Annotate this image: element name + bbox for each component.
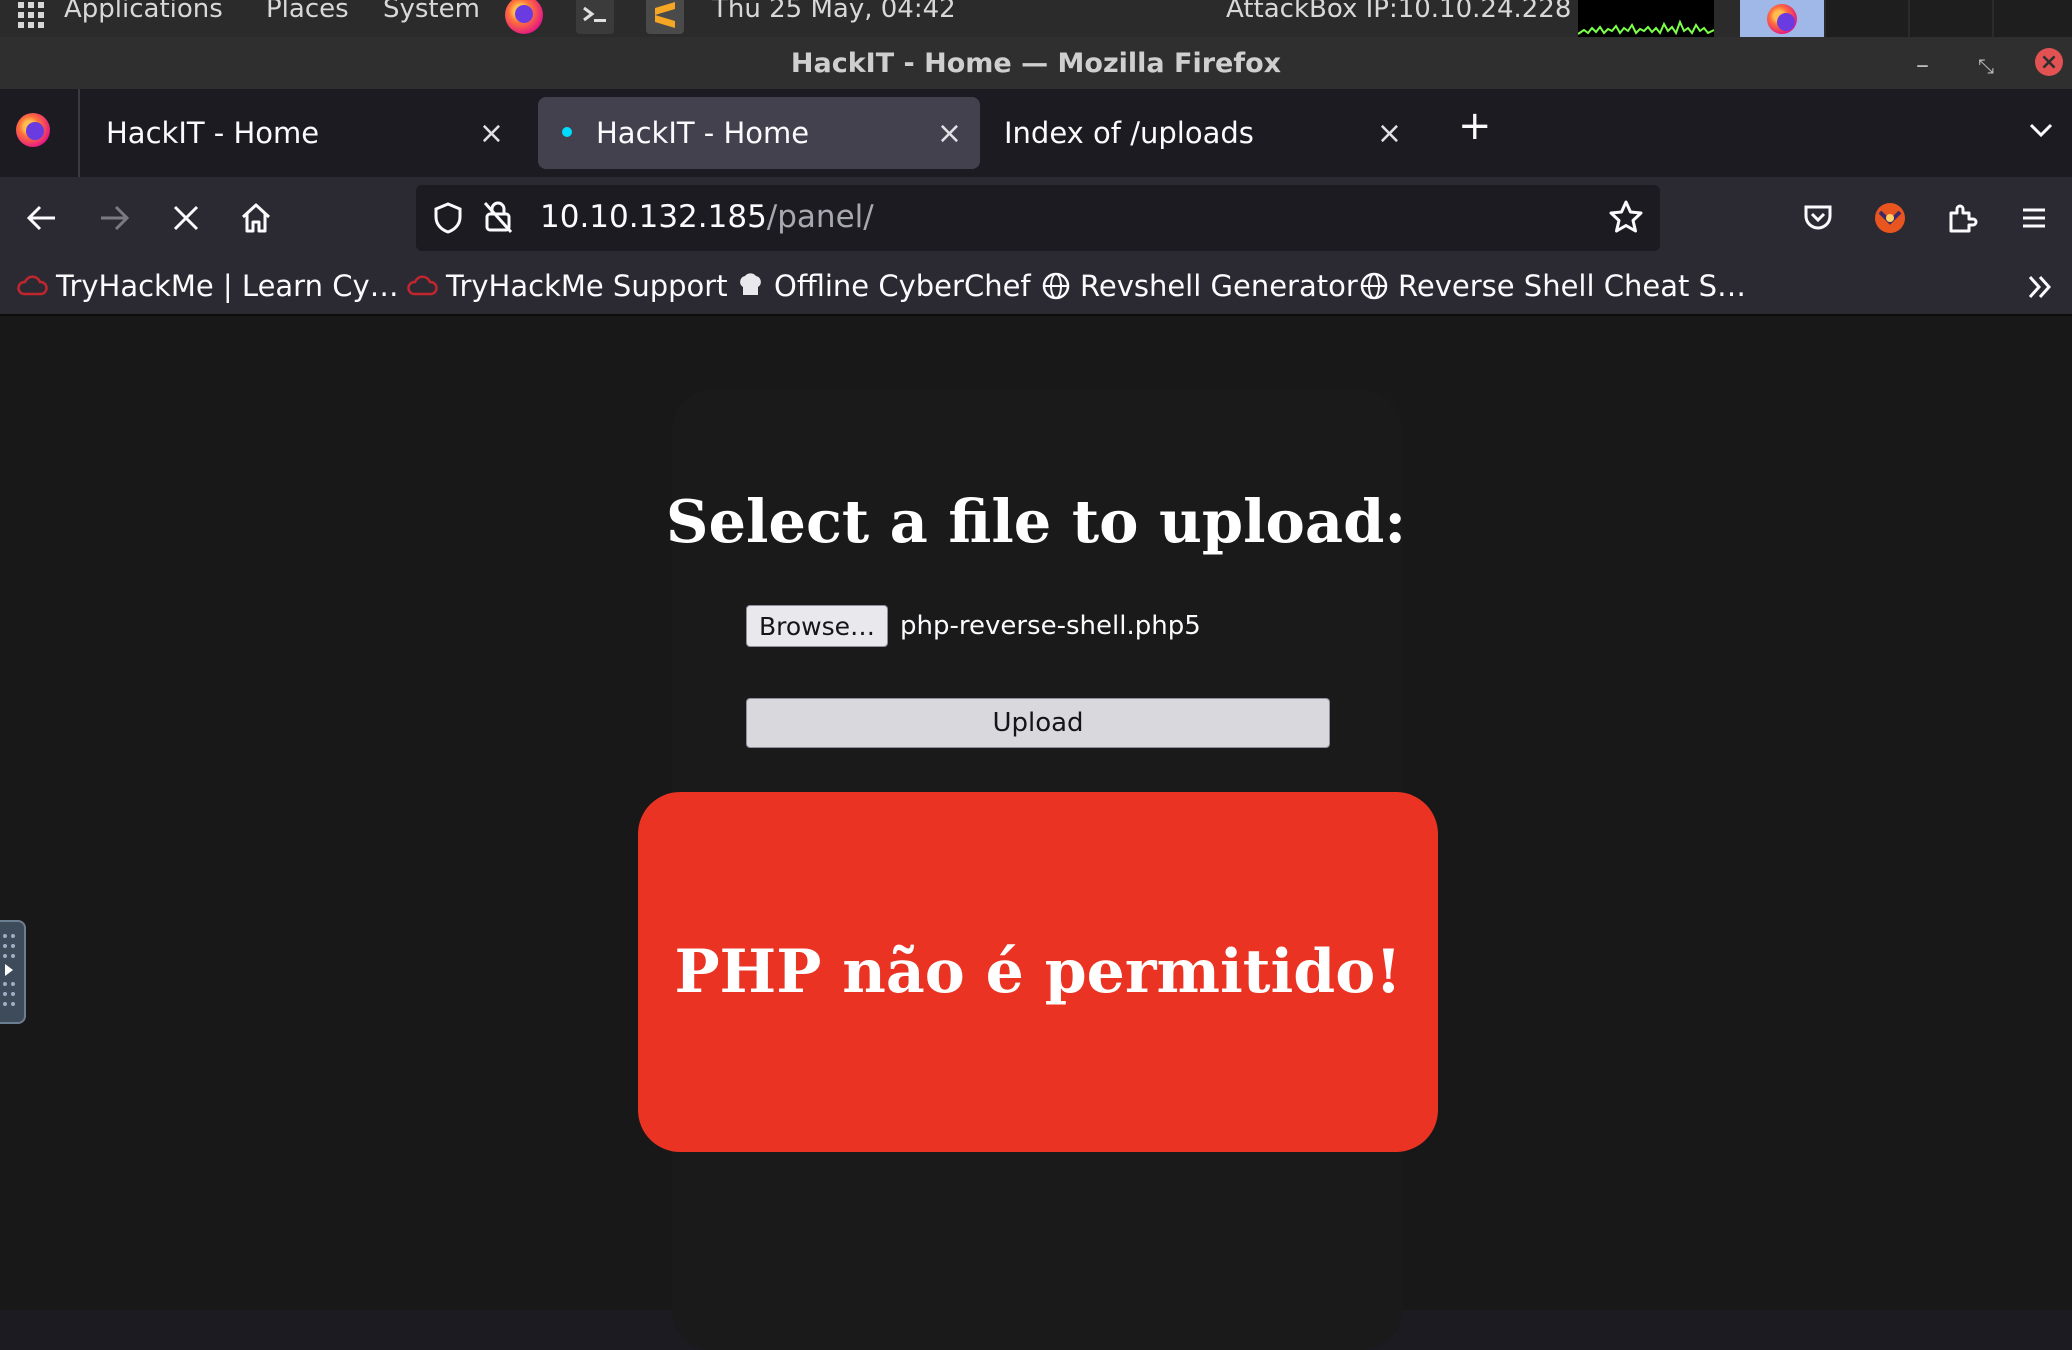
browse-file-button[interactable]: Browse…	[746, 605, 888, 647]
home-icon[interactable]	[236, 198, 276, 238]
globe-icon	[1358, 270, 1390, 302]
workspace-3[interactable]	[1994, 0, 2072, 37]
tab-hackit-home-1[interactable]: HackIT - Home ×	[82, 97, 522, 169]
bookmarks-toolbar: TryHackMe | Learn Cy… TryHackMe Support …	[0, 259, 2072, 316]
page-content: Select a file to upload: Browse… php-rev…	[0, 316, 2072, 1350]
places-menu[interactable]: Places	[266, 0, 349, 24]
terminal-launcher-icon[interactable]	[576, 0, 614, 34]
tab-close-icon[interactable]: ×	[937, 116, 962, 151]
tab-index-of-uploads[interactable]: Index of /uploads ×	[980, 97, 1420, 169]
network-graph	[1578, 0, 1714, 37]
sublime-launcher-icon[interactable]	[646, 0, 684, 34]
close-window-icon[interactable]: ×	[2035, 48, 2063, 76]
tab-loading-dot-icon	[562, 127, 572, 137]
upload-heading: Select a file to upload:	[665, 487, 1407, 556]
pocket-icon[interactable]	[1798, 198, 1838, 238]
firefox-view-icon[interactable]	[16, 113, 50, 147]
new-tab-button[interactable]: +	[1458, 103, 1492, 149]
bookmark-reverse-shell-cheat-sheet[interactable]: Reverse Shell Cheat S…	[1358, 268, 1746, 304]
stop-loading-icon[interactable]	[166, 198, 206, 238]
bookmark-label: Revshell Generator	[1080, 269, 1358, 303]
bookmark-offline-cyberchef[interactable]: Offline CyberChef	[734, 268, 1031, 304]
bookmark-label: TryHackMe Support	[446, 269, 728, 303]
applications-menu[interactable]: Applications	[64, 0, 223, 24]
url-text[interactable]: 10.10.132.185/panel/	[540, 199, 874, 235]
error-alert-box: PHP não é permitido!	[638, 792, 1438, 1152]
firefox-window-button[interactable]	[1740, 0, 1824, 37]
attackbox-ip: AttackBox IP:10.10.24.228	[1226, 0, 1572, 24]
tab-title: HackIT - Home	[596, 116, 810, 150]
more-bookmarks-chevron-icon[interactable]	[2024, 271, 2056, 303]
extensions-puzzle-icon[interactable]	[1942, 198, 1982, 238]
system-menu[interactable]: System	[383, 0, 480, 24]
foxyproxy-extension-icon[interactable]	[1870, 198, 1910, 238]
back-icon[interactable]	[22, 198, 62, 238]
app-grid-icon[interactable]	[12, 0, 50, 34]
restore-icon[interactable]: ⤡	[1978, 54, 1994, 78]
url-path: /panel/	[766, 199, 874, 235]
bookmark-label: TryHackMe | Learn Cy…	[56, 269, 399, 303]
workspace-1[interactable]	[1826, 0, 1908, 37]
bookmark-tryhackme-learn[interactable]: TryHackMe | Learn Cy…	[16, 268, 399, 304]
navigation-toolbar: 10.10.132.185/panel/	[0, 177, 2072, 259]
minimize-icon[interactable]: –	[1916, 50, 1929, 80]
bookmark-label: Offline CyberChef	[774, 269, 1031, 303]
list-all-tabs-icon[interactable]	[2026, 115, 2056, 145]
url-bar[interactable]: 10.10.132.185/panel/	[416, 185, 1660, 251]
tab-separator	[78, 89, 80, 177]
bookmark-tryhackme-support[interactable]: TryHackMe Support	[406, 268, 728, 304]
globe-icon	[1040, 270, 1072, 302]
forward-icon[interactable]	[94, 198, 134, 238]
insecure-lock-icon[interactable]	[482, 199, 514, 235]
chef-hat-icon	[734, 270, 766, 302]
os-top-panel: Applications Places System Thu 25 May, 0…	[0, 0, 2072, 37]
bookmark-star-icon[interactable]	[1608, 199, 1644, 235]
url-host: 10.10.132.185	[540, 199, 767, 235]
tryhackme-icon	[16, 270, 48, 302]
tracking-protection-shield-icon[interactable]	[432, 201, 464, 235]
error-message: PHP não é permitido!	[674, 937, 1402, 1007]
window-titlebar: HackIT - Home — Mozilla Firefox	[0, 37, 2072, 89]
window-title: HackIT - Home — Mozilla Firefox	[790, 47, 1282, 79]
clock: Thu 25 May, 04:42	[712, 0, 956, 24]
tab-bar: HackIT - Home × HackIT - Home × Index of…	[0, 89, 2072, 177]
app-menu-hamburger-icon[interactable]	[2014, 198, 2054, 238]
bookmark-revshell-generator[interactable]: Revshell Generator	[1040, 268, 1358, 304]
workspace-2[interactable]	[1910, 0, 1992, 37]
tryhackme-icon	[406, 270, 438, 302]
firefox-launcher-icon[interactable]	[505, 0, 543, 34]
tab-title: Index of /uploads	[1004, 116, 1254, 150]
tab-title: HackIT - Home	[106, 116, 320, 150]
tab-close-icon[interactable]: ×	[479, 116, 504, 151]
selected-file-name: php-reverse-shell.php5	[900, 611, 1201, 641]
tab-hackit-home-2[interactable]: HackIT - Home ×	[538, 97, 980, 169]
bookmark-label: Reverse Shell Cheat S…	[1398, 269, 1746, 303]
upload-button[interactable]: Upload	[746, 698, 1330, 748]
tab-close-icon[interactable]: ×	[1377, 116, 1402, 151]
sidebar-toggle-handle[interactable]	[0, 920, 26, 1024]
